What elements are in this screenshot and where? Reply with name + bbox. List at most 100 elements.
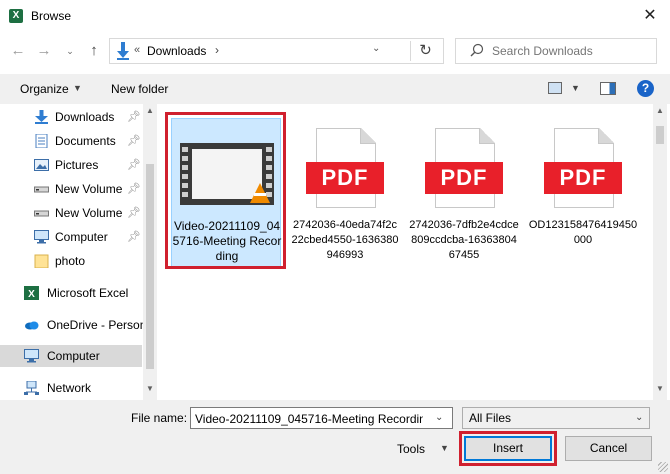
- computer-icon: [24, 349, 39, 363]
- file-item-pdf[interactable]: PDF 2742036-7dfb2e4cdce809ccdcba-1636380…: [409, 118, 519, 268]
- pin-icon[interactable]: 📌︎: [127, 230, 141, 243]
- chevron-down-icon[interactable]: ⌄: [435, 412, 443, 423]
- title-bar: X Browse ✕: [0, 0, 670, 32]
- file-name-label: OD123158476419450000: [528, 219, 638, 246]
- nav-item-computer[interactable]: Computer: [0, 345, 142, 367]
- scroll-down-icon[interactable]: ▼: [143, 384, 157, 393]
- organize-button[interactable]: Organize: [20, 82, 69, 96]
- address-history-dropdown[interactable]: ⌄: [372, 43, 380, 54]
- insert-button[interactable]: Insert: [464, 436, 552, 461]
- search-icon: [470, 43, 484, 57]
- scrollbar-thumb[interactable]: [656, 126, 664, 144]
- nav-item-photo[interactable]: photo: [0, 250, 142, 272]
- nav-item-label: New Volume: [55, 182, 123, 196]
- nav-item-label: Microsoft Excel: [47, 286, 129, 300]
- file-name-input[interactable]: [195, 411, 423, 426]
- drive-icon: [34, 210, 49, 217]
- nav-item-label: OneDrive - Person: [47, 318, 147, 332]
- excel-icon: X: [9, 9, 23, 23]
- view-options-dropdown[interactable]: ▼: [571, 83, 580, 93]
- svg-text:X: X: [28, 289, 35, 300]
- up-button[interactable]: ↑: [84, 40, 104, 62]
- recent-locations-dropdown[interactable]: ⌄: [60, 40, 80, 62]
- nav-item-documents[interactable]: Documents 📌︎: [0, 130, 142, 152]
- scroll-up-icon[interactable]: ▲: [143, 106, 157, 115]
- pin-icon[interactable]: 📌︎: [127, 110, 141, 123]
- address-prefix[interactable]: «: [134, 44, 140, 56]
- change-view-icon[interactable]: [548, 82, 562, 94]
- file-name-combobox[interactable]: ⌄: [190, 407, 453, 429]
- nav-item-label: Network: [47, 381, 92, 395]
- bottom-panel: File name: ⌄ All Files ⌄ Tools ▼ Insert …: [0, 400, 670, 474]
- nav-item-new-volume-2[interactable]: New Volume 📌︎: [0, 202, 142, 224]
- excel-icon: X: [24, 286, 39, 300]
- nav-item-new-volume-1[interactable]: New Volume 📌︎: [0, 178, 142, 200]
- file-list-scrollbar[interactable]: ▲ ▼: [653, 104, 667, 400]
- pdf-file-icon: PDF: [409, 124, 519, 212]
- scrollbar-thumb[interactable]: [146, 164, 154, 369]
- nav-item-label: Computer: [47, 349, 100, 363]
- pin-icon[interactable]: 📌︎: [127, 182, 141, 195]
- forward-button[interactable]: →: [34, 40, 54, 62]
- nav-item-microsoft-excel[interactable]: X Microsoft Excel: [0, 282, 142, 304]
- nav-item-downloads[interactable]: Downloads 📌︎: [0, 106, 142, 128]
- nav-item-label: New Volume: [55, 206, 123, 220]
- file-name-label: 2742036-7dfb2e4cdce809ccdcba-16363804674…: [409, 219, 519, 261]
- folder-icon: [34, 254, 49, 268]
- nav-item-computer-pinned[interactable]: Computer 📌︎: [0, 226, 142, 248]
- navigation-scrollbar[interactable]: ▲ ▼: [143, 104, 157, 400]
- address-bar[interactable]: « Downloads › ⌄ ↻: [109, 38, 444, 64]
- tools-button[interactable]: Tools: [397, 442, 425, 456]
- nav-item-network[interactable]: Network: [0, 377, 142, 399]
- document-icon: [35, 134, 48, 148]
- search-box[interactable]: [455, 38, 657, 64]
- cloud-icon: [25, 321, 39, 330]
- computer-icon: [34, 230, 49, 244]
- help-icon[interactable]: ?: [637, 80, 654, 97]
- file-item-pdf[interactable]: PDF OD123158476419450000: [528, 118, 638, 268]
- refresh-icon[interactable]: ↻: [410, 41, 440, 61]
- pin-icon[interactable]: 📌︎: [127, 134, 141, 147]
- file-type-select[interactable]: All Files ⌄: [462, 407, 650, 429]
- pin-icon[interactable]: 📌︎: [127, 206, 141, 219]
- pictures-icon: [34, 159, 49, 171]
- preview-pane-icon[interactable]: [600, 82, 616, 95]
- new-folder-button[interactable]: New folder: [111, 82, 168, 96]
- pdf-file-icon: PDF: [290, 124, 400, 212]
- cancel-button[interactable]: Cancel: [565, 436, 652, 461]
- address-current-folder[interactable]: Downloads: [147, 44, 206, 58]
- scroll-up-icon[interactable]: ▲: [653, 106, 667, 115]
- search-input[interactable]: [492, 43, 652, 59]
- toolbar: Organize ▼ New folder ▼ ?: [0, 74, 670, 104]
- pdf-badge: PDF: [306, 162, 384, 194]
- navigation-pane: Downloads 📌︎ Documents 📌︎ Pictures 📌︎ Ne…: [0, 104, 157, 400]
- scroll-down-icon[interactable]: ▼: [653, 384, 667, 393]
- file-name-label: 2742036-40eda74f2c22cbed4550-16363809469…: [291, 219, 399, 261]
- back-button[interactable]: ←: [8, 40, 28, 62]
- drive-icon: [34, 186, 49, 193]
- network-icon: [24, 381, 39, 395]
- window-title: Browse: [31, 9, 72, 23]
- address-separator[interactable]: ›: [215, 43, 219, 57]
- chevron-down-icon[interactable]: ▼: [440, 443, 449, 453]
- nav-item-label: Documents: [55, 134, 116, 148]
- close-button[interactable]: ✕: [630, 0, 670, 32]
- pdf-badge: PDF: [544, 162, 622, 194]
- nav-item-onedrive[interactable]: OneDrive - Person: [0, 314, 146, 336]
- chevron-down-icon[interactable]: ▼: [73, 83, 82, 93]
- nav-item-pictures[interactable]: Pictures 📌︎: [0, 154, 142, 176]
- selection-highlight-box: [165, 112, 286, 269]
- nav-item-label: Computer: [55, 230, 108, 244]
- download-arrow-icon: [35, 110, 48, 124]
- pdf-badge: PDF: [425, 162, 503, 194]
- nav-item-label: photo: [55, 254, 86, 268]
- download-arrow-icon: [117, 42, 129, 60]
- file-item-pdf[interactable]: PDF 2742036-40eda74f2c22cbed4550-1636380…: [290, 118, 400, 268]
- file-name-label: File name:: [131, 411, 188, 425]
- nav-item-label: Downloads: [55, 110, 115, 124]
- file-type-value: All Files: [469, 411, 512, 425]
- pdf-file-icon: PDF: [528, 124, 638, 212]
- pin-icon[interactable]: 📌︎: [127, 158, 141, 171]
- chevron-down-icon[interactable]: ⌄: [635, 412, 643, 423]
- resize-grip[interactable]: [658, 462, 668, 472]
